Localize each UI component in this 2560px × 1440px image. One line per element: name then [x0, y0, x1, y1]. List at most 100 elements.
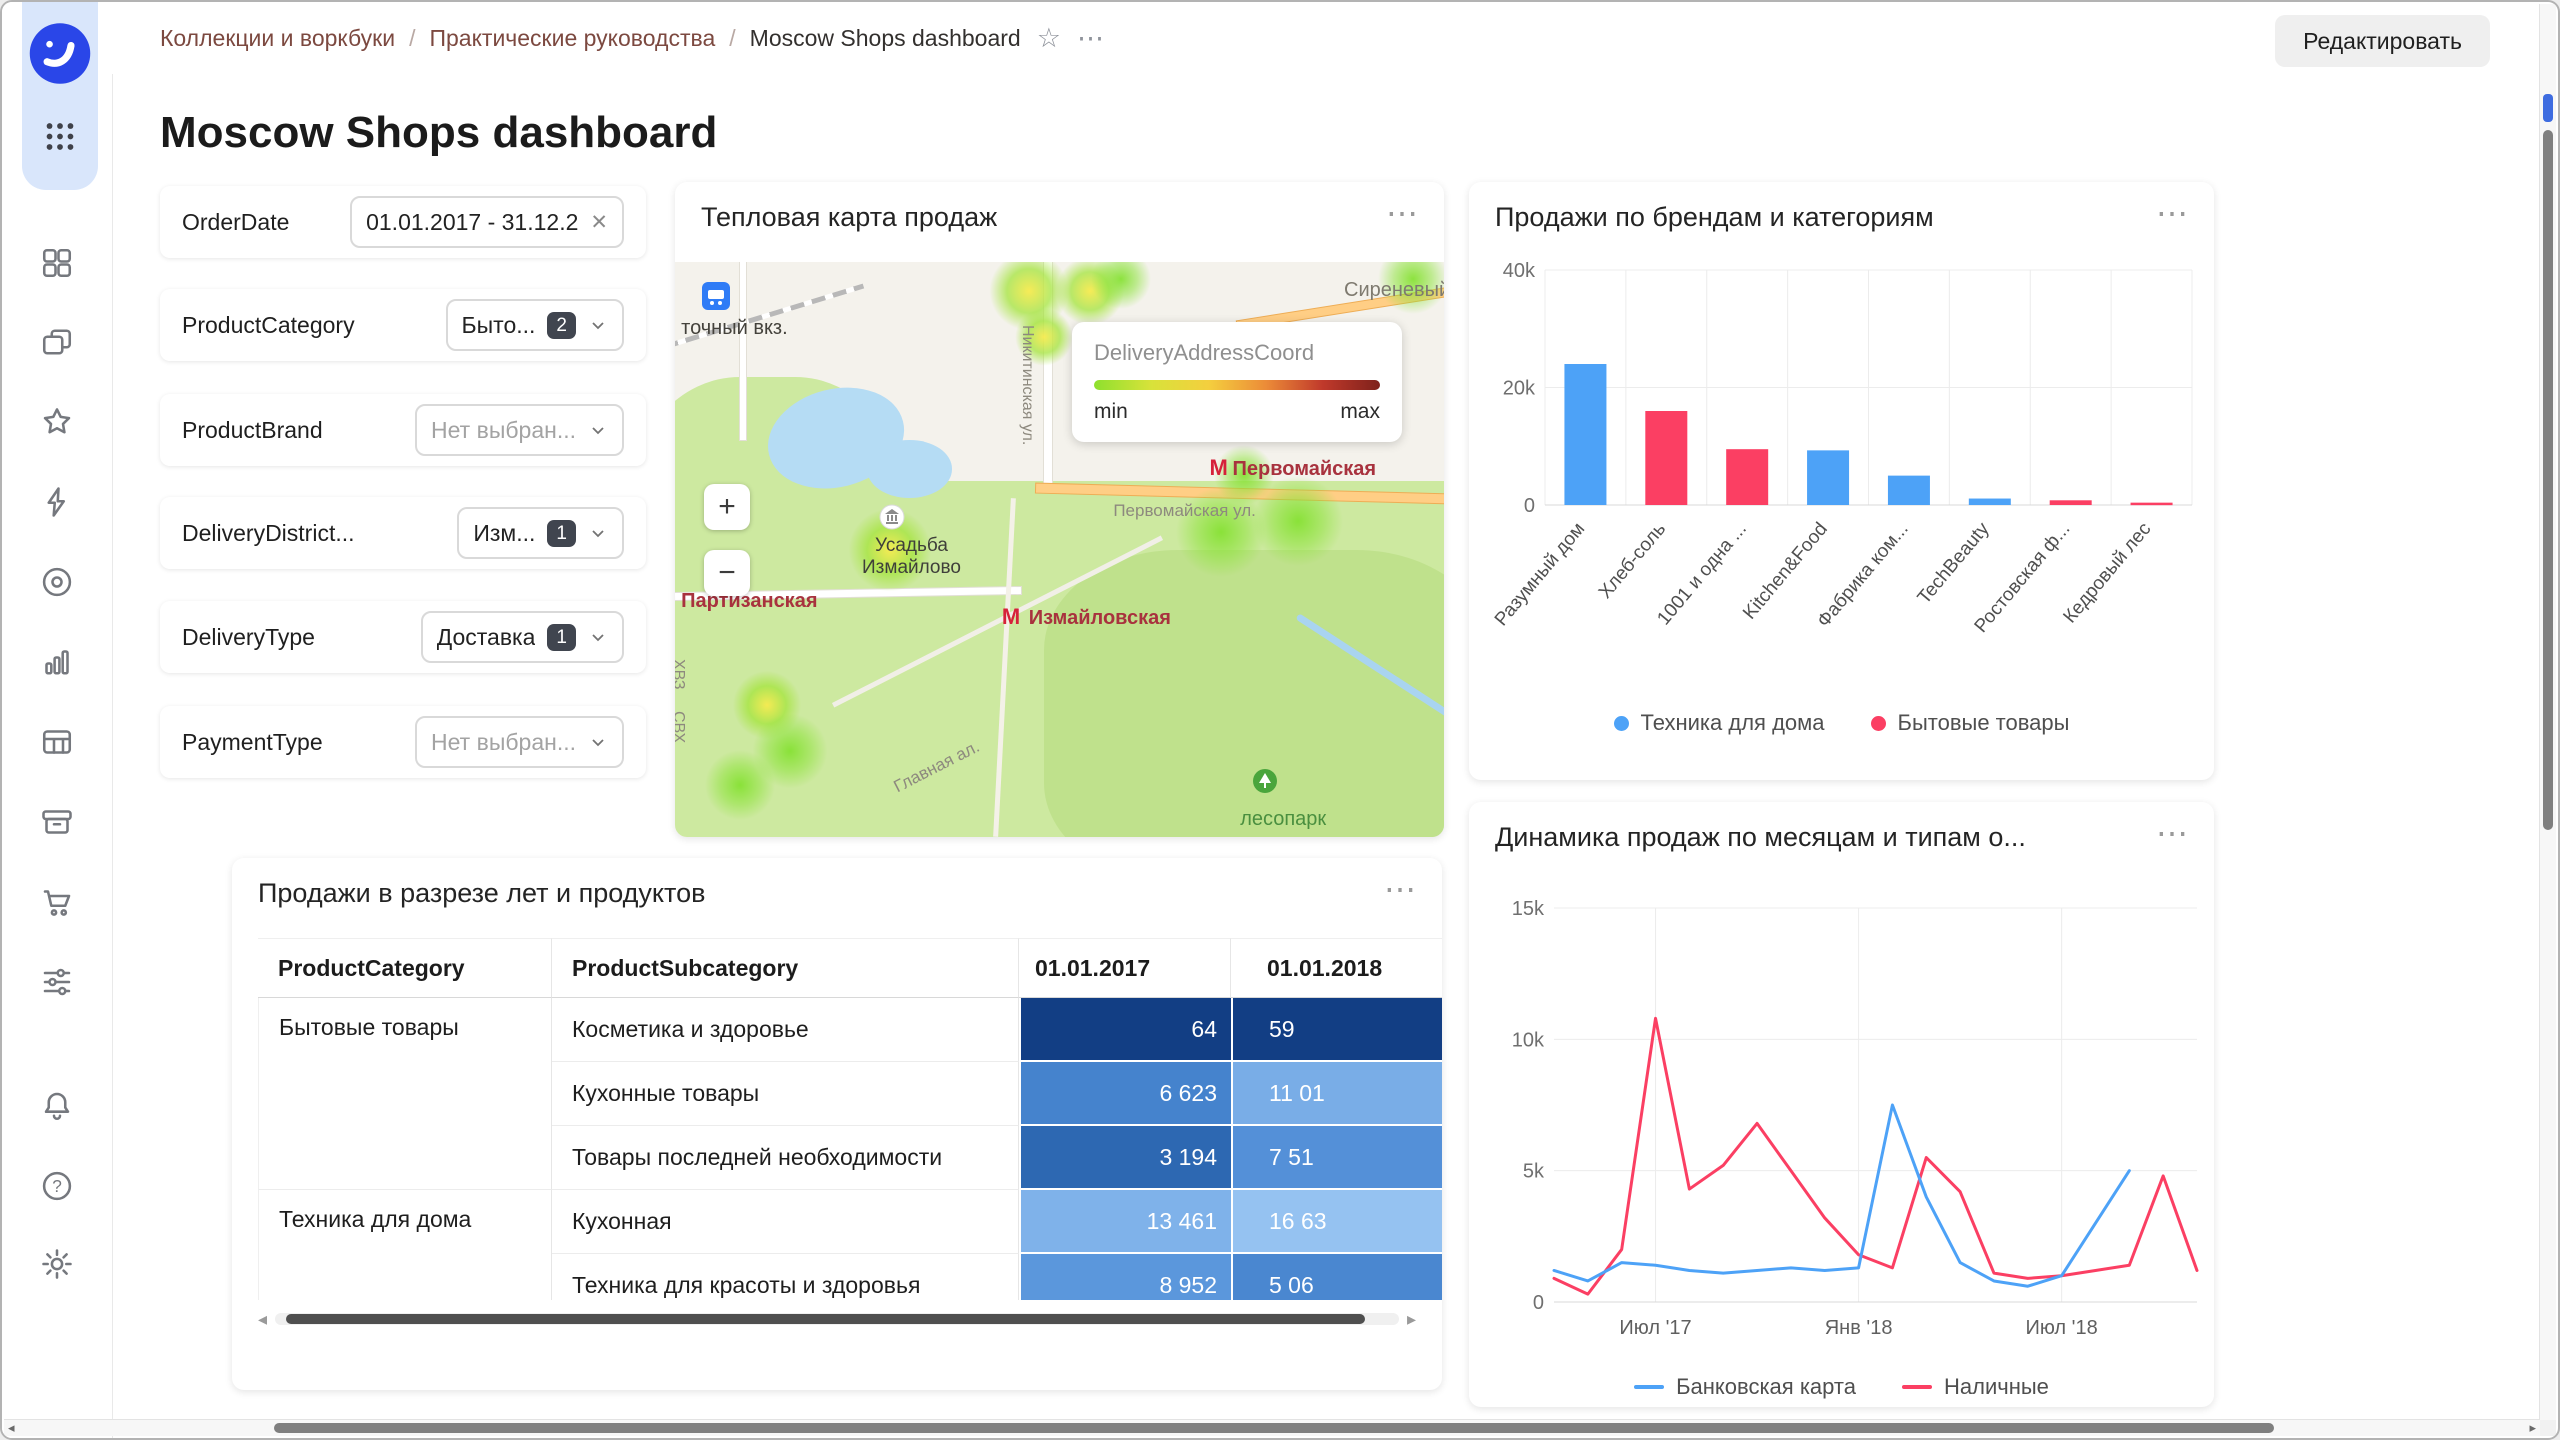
- count-badge: 1: [547, 623, 576, 651]
- bar[interactable]: [1726, 449, 1769, 505]
- x-axis-label: Июл '18: [2026, 1317, 2098, 1339]
- heatmap-canvas[interactable]: точный вкз. Сиреневый Никитинская ул. М …: [675, 262, 1444, 837]
- filter-value: Доставка: [436, 623, 536, 650]
- breadcrumb-guides[interactable]: Практические руководства: [429, 25, 715, 52]
- legend-item[interactable]: Наличные: [1901, 1374, 2049, 1400]
- widget-menu-icon[interactable]: ⋯: [2156, 814, 2188, 852]
- chevron-down-icon: [588, 523, 608, 543]
- heat-blob: [705, 750, 776, 821]
- map-label-metro: Партизанская: [681, 589, 818, 612]
- subcategory-cell: Кухонные товары: [552, 1062, 1019, 1126]
- legend-item[interactable]: Банковская карта: [1634, 1374, 1856, 1400]
- bar-category-label: Kitchen&Food: [1739, 519, 1832, 624]
- scroll-right-icon[interactable]: ▸: [2529, 1420, 2536, 1436]
- collections-icon[interactable]: [39, 324, 75, 360]
- bar[interactable]: [2049, 500, 2092, 505]
- heatmap-legend-min: min: [1094, 400, 1128, 423]
- table-hscroll-thumb[interactable]: [286, 1314, 1366, 1324]
- bar-chart-title: Продажи по брендам и категориям: [1495, 202, 1934, 232]
- clear-icon[interactable]: ✕: [590, 210, 608, 235]
- filter-order-date: OrderDate 01.01.2017 - 31.12.2 ✕: [160, 186, 646, 258]
- filter-delivery-type: DeliveryType Доставка 1: [160, 601, 646, 673]
- filter-product-brand: ProductBrand Нет выбран...: [160, 394, 646, 466]
- category-cell: Техника для дома: [258, 1190, 552, 1300]
- favorites-icon[interactable]: [39, 404, 75, 440]
- notifications-icon[interactable]: [39, 1088, 75, 1124]
- marketplace-icon[interactable]: [39, 884, 75, 920]
- line-chart-card: Динамика продаж по месяцам и типам о... …: [1469, 802, 2214, 1407]
- legend-color-dot: [1613, 715, 1629, 731]
- bar-category-label: Хлеб-соль: [1595, 519, 1670, 603]
- bar[interactable]: [1807, 450, 1850, 505]
- widget-menu-icon[interactable]: ⋯: [1386, 194, 1418, 232]
- favorite-star-icon[interactable]: ☆: [1037, 23, 1061, 54]
- app-window: ? Коллекции и воркбуки / Практические ру…: [0, 0, 2560, 1440]
- widget-menu-icon[interactable]: ⋯: [1384, 870, 1416, 908]
- map-label-street: ХВЗ: [675, 658, 687, 690]
- svg-text:15k: 15k: [1512, 898, 1545, 920]
- park-icon: [1252, 768, 1278, 799]
- zoom-in-button[interactable]: +: [704, 484, 750, 530]
- edit-button[interactable]: Редактировать: [2275, 15, 2490, 67]
- product-brand-select[interactable]: Нет выбран...: [415, 404, 624, 456]
- museum-icon: [879, 504, 905, 535]
- scroll-left-icon[interactable]: ◂: [258, 1309, 267, 1330]
- apps-grid-icon[interactable]: [43, 120, 77, 159]
- storage-icon[interactable]: [39, 804, 75, 840]
- page-vscrollbar[interactable]: [2539, 4, 2556, 1420]
- svg-text:0: 0: [1524, 495, 1535, 517]
- legend-item[interactable]: Техника для дома: [1613, 710, 1825, 736]
- datasets-icon[interactable]: [39, 724, 75, 760]
- product-category-select[interactable]: Быто... 2: [445, 299, 624, 351]
- services-icon[interactable]: [39, 564, 75, 600]
- dashboards-icon[interactable]: [39, 245, 75, 281]
- bar[interactable]: [1645, 411, 1688, 505]
- table-hscroll-track[interactable]: [275, 1313, 1399, 1325]
- help-icon[interactable]: ?: [39, 1168, 75, 1204]
- settings-panel-icon[interactable]: [39, 964, 75, 1000]
- scroll-left-icon[interactable]: ◂: [8, 1420, 15, 1436]
- bar[interactable]: [1968, 498, 2011, 505]
- page-hscrollbar[interactable]: ◂ ▸: [4, 1419, 2540, 1436]
- legend-color-dot: [1870, 715, 1886, 731]
- widget-menu-icon[interactable]: ⋯: [2156, 194, 2188, 232]
- legend-color-line: [1634, 1385, 1665, 1389]
- legend-label: Бытовые товары: [1897, 710, 2070, 735]
- delivery-type-select[interactable]: Доставка 1: [420, 611, 624, 663]
- filter-payment-type: PaymentType Нет выбран...: [160, 706, 646, 778]
- bar-chart-canvas[interactable]: 0 20k 40k Разумный дом Хлеб-соль1001 и одна …: [1477, 254, 2202, 704]
- legend-label: Наличные: [1943, 1374, 2049, 1399]
- zoom-out-button[interactable]: −: [704, 550, 750, 596]
- map-forest-area: [1044, 549, 1444, 837]
- legend-item[interactable]: Бытовые товары: [1870, 710, 2070, 736]
- more-menu-icon[interactable]: ⋯: [1077, 23, 1104, 54]
- charts-icon[interactable]: [39, 644, 75, 680]
- count-badge: 2: [547, 311, 576, 339]
- value-cell: 16 63: [1231, 1190, 1442, 1254]
- page-vscroll-thumb[interactable]: [2543, 130, 2553, 830]
- sales-table-card: Продажи в разрезе лет и продуктов ⋯ Prod…: [232, 858, 1442, 1390]
- line-series[interactable]: [1552, 1016, 2199, 1296]
- breadcrumb: Коллекции и воркбуки / Практические руко…: [160, 25, 1021, 52]
- count-badge: 1: [547, 519, 576, 547]
- connections-icon[interactable]: [39, 484, 75, 520]
- filter-label: ProductCategory: [182, 311, 355, 338]
- subcategory-cell: Техника для красоты и здоровья: [552, 1254, 1019, 1300]
- datalens-logo-icon[interactable]: [27, 21, 93, 92]
- line-chart-canvas[interactable]: Июл '17 Янв '18 Июл '18 0 5k 10k 15k: [1477, 882, 2202, 1347]
- bar[interactable]: [1887, 475, 1930, 505]
- order-date-select[interactable]: 01.01.2017 - 31.12.2 ✕: [350, 196, 624, 248]
- page-hscroll-thumb[interactable]: [274, 1423, 2274, 1433]
- topbar: Коллекции и воркбуки / Практические руко…: [112, 2, 2540, 74]
- delivery-district-select[interactable]: Изм... 1: [457, 507, 624, 559]
- value-cell: 7 51: [1231, 1126, 1442, 1190]
- breadcrumb-collections[interactable]: Коллекции и воркбуки: [160, 25, 395, 52]
- bar[interactable]: [2130, 502, 2173, 506]
- sales-table: ProductCategory ProductSubcategory 01.01…: [258, 938, 1442, 1300]
- chevron-down-icon: [588, 732, 608, 752]
- settings-icon[interactable]: [39, 1246, 75, 1282]
- payment-type-select[interactable]: Нет выбран...: [415, 716, 624, 768]
- map-pond: [867, 440, 952, 498]
- bar[interactable]: [1564, 364, 1607, 505]
- scroll-right-icon[interactable]: ▸: [1407, 1309, 1416, 1330]
